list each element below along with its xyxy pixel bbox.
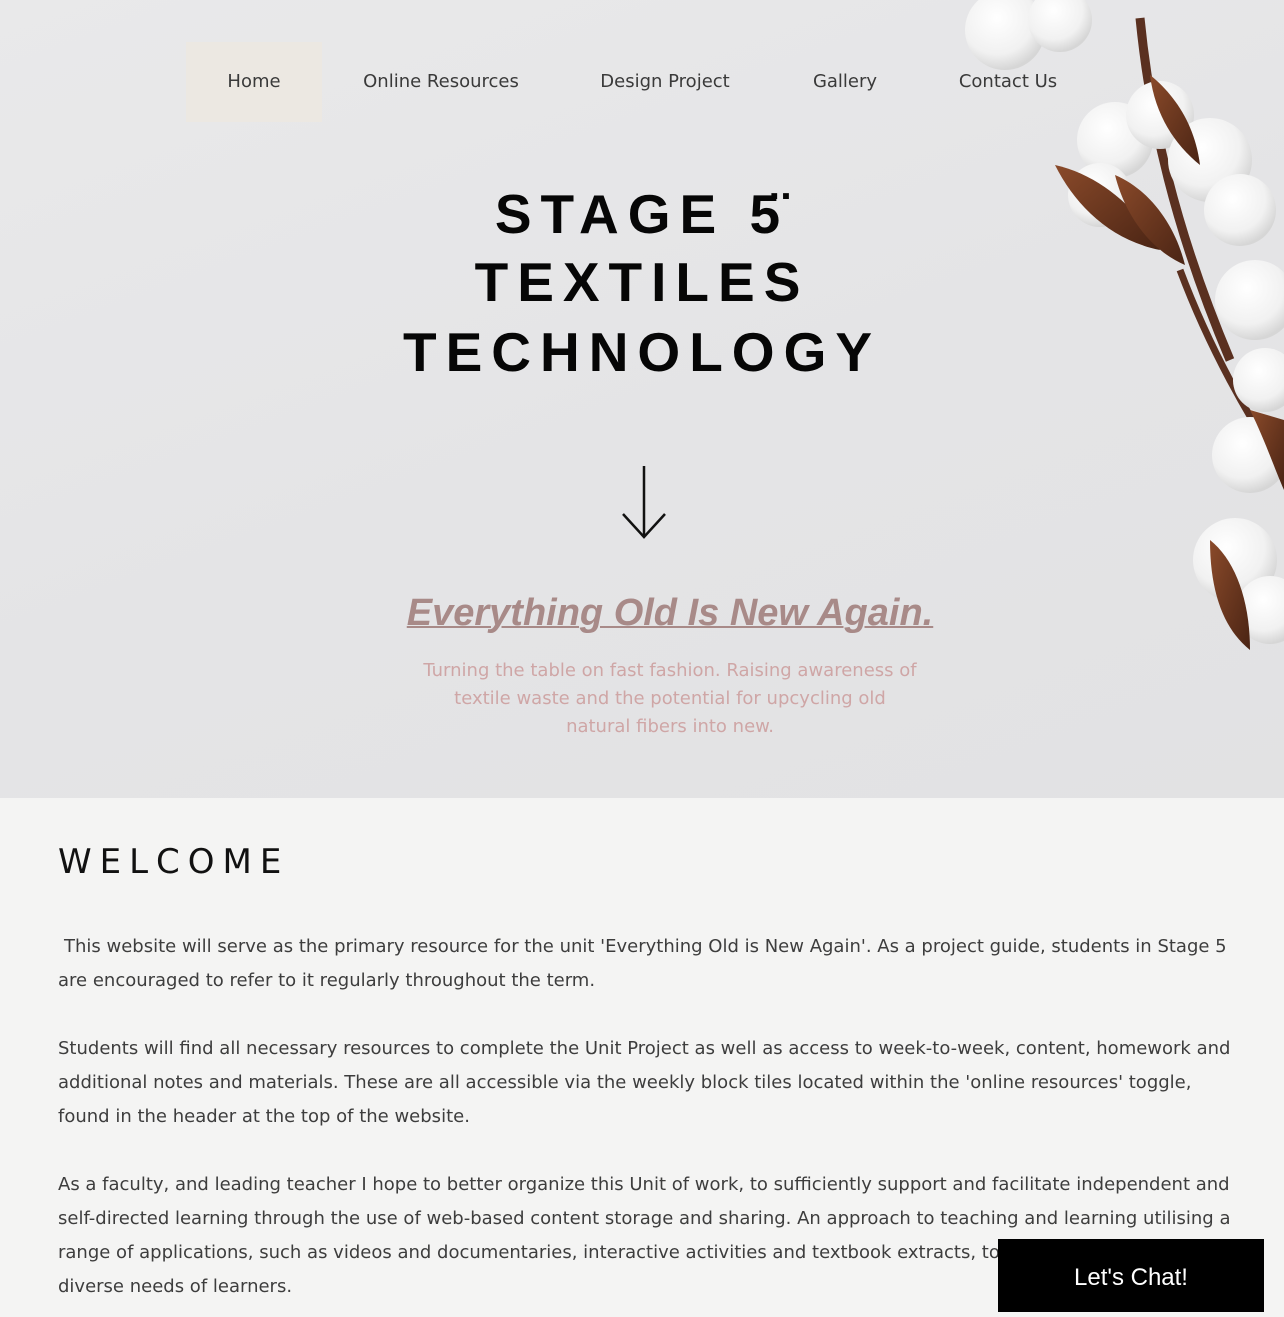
page-title-line-2: TEXTILES [474, 251, 810, 313]
welcome-paragraph-1: This website will serve as the primary r… [58, 936, 1227, 991]
hero-subtitle: Turning the table on fast fashion. Raisi… [423, 660, 917, 737]
nav-item-contact-us[interactable]: Contact Us [944, 42, 1072, 122]
down-arrow-icon[interactable] [619, 462, 669, 542]
nav-item-home[interactable]: Home [186, 42, 322, 122]
nav-item-design-project[interactable]: Design Project [582, 42, 748, 122]
tagline-link[interactable]: Everything Old Is New Again. [330, 592, 1010, 635]
welcome-paragraph-2: Students will find all necessary resourc… [58, 1038, 1231, 1127]
nav-item-gallery[interactable]: Gallery [792, 42, 898, 122]
nav-item-online-resources[interactable]: Online Resources [346, 42, 536, 122]
chat-button[interactable]: Let's Chat! [998, 1239, 1264, 1312]
welcome-heading: WELCOME [58, 842, 290, 882]
hero-section: Home Online Resources Design Project Gal… [0, 0, 1284, 798]
page-title-line-3: TECHNOLOGY [402, 321, 882, 383]
page-title-line-1: STAGE 5̈ [494, 183, 790, 245]
